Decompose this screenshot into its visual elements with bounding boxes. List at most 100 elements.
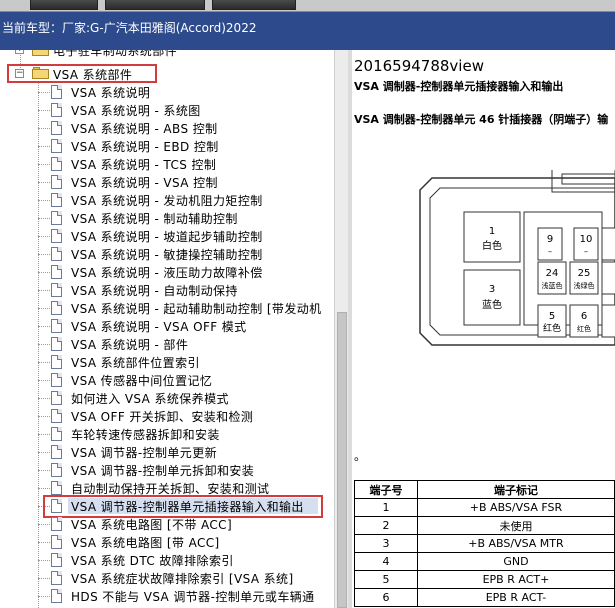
tree-item[interactable]: VSA 调节器-控制单元更新 <box>0 443 334 461</box>
document-icon <box>51 337 62 351</box>
pin-number: 9 <box>547 234 553 245</box>
tree-item-label: VSA OFF 开关拆卸、安装和检测 <box>71 410 254 424</box>
tree-item[interactable]: VSA 系统电路图 [不带 ACC] <box>0 515 334 533</box>
tree-guide-line <box>38 272 50 273</box>
tree-guide-line <box>38 290 50 291</box>
document-icon <box>51 373 62 387</box>
tree-guide-line <box>38 128 50 129</box>
vehicle-header: 当前车型：厂家:G-广汽本田雅阁(Accord)2022 <box>0 12 615 50</box>
toolbar-button-3[interactable] <box>212 0 296 10</box>
tree-item[interactable]: VSA 系统电路图 [带 ACC] <box>0 533 334 551</box>
tree-item-label: VSA 系统说明 - 制动辅助控制 <box>71 212 238 226</box>
tree-item[interactable]: VSA 系统说明 - ABS 控制 <box>0 119 334 137</box>
pin-color: 浅蓝色 <box>542 281 563 290</box>
tree-folder-vsa[interactable]: − VSA 系统部件 <box>0 65 334 83</box>
pin-number-cell: 1 <box>354 498 418 517</box>
pin-number: 3 <box>489 284 495 295</box>
tree-item-label: 车轮转速传感器拆卸和安装 <box>71 428 220 442</box>
tree-item[interactable]: VSA 传感器中间位置记忆 <box>0 371 334 389</box>
tree-guide-line <box>38 578 50 579</box>
document-icon <box>51 157 62 171</box>
tree-guide-line <box>38 362 50 363</box>
pin-number-cell: 5 <box>354 570 418 589</box>
tree-item[interactable]: VSA 系统说明 - 发动机阻力矩控制 <box>0 191 334 209</box>
document-icon <box>51 481 62 495</box>
pin-label-cell: 未使用 <box>416 516 615 535</box>
tree-item-label: VSA 系统电路图 [带 ACC] <box>71 536 220 550</box>
tree-item[interactable]: VSA 系统说明 - TCS 控制 <box>0 155 334 173</box>
tree-guide-line <box>38 146 50 147</box>
connector-diagram: 1 白色 3 蓝色 9 – 10 – 24 浅蓝色 25 浅绿色 5 红色 6 … <box>419 170 615 346</box>
tree-item[interactable]: VSA 系统 DTC 故障排除索引 <box>0 551 334 569</box>
document-icon <box>51 85 62 99</box>
pin-label-cell: EPB R ACT+ <box>416 570 615 589</box>
document-icon <box>51 391 62 405</box>
tree-item[interactable]: VSA 调节器-控制器单元插接器输入和输出 <box>0 495 334 518</box>
tree-guide-line <box>38 182 50 183</box>
folder-icon <box>32 50 49 56</box>
scrollbar-thumb[interactable] <box>337 312 347 608</box>
tree-item[interactable]: VSA 系统说明 - 液压助力故障补偿 <box>0 263 334 281</box>
tree-item[interactable]: VSA 系统说明 - 敏捷操控辅助控制 <box>0 245 334 263</box>
tree-item[interactable]: VSA 系统部件位置索引 <box>0 353 334 371</box>
tree-item[interactable]: VSA 系统说明 <box>0 83 334 101</box>
expand-icon[interactable]: + <box>15 50 24 54</box>
document-icon <box>51 139 62 153</box>
tree-item-label: VSA 系统部件位置索引 <box>71 356 200 370</box>
tree-item[interactable]: 车轮转速传感器拆卸和安装 <box>0 425 334 443</box>
table-row: 4 GND <box>354 552 615 571</box>
tree-guide-line <box>38 596 50 597</box>
tree-item-label: VSA 系统说明 - 起动辅助制动控制 [带发动机 <box>71 302 322 316</box>
document-view: 2016594788view VSA 调制器-控制器单元插接器输入和输出 VSA… <box>352 50 615 608</box>
tree-item[interactable]: VSA 系统说明 - 制动辅助控制 <box>0 209 334 227</box>
tree-item[interactable]: VSA OFF 开关拆卸、安装和检测 <box>0 407 334 425</box>
column-header-pin-number: 端子号 <box>354 480 418 499</box>
collapse-icon[interactable]: − <box>15 69 24 78</box>
tree-item[interactable]: HDS 不能与 VSA 调节器-控制单元或车辆通 <box>0 587 334 605</box>
pin-color: 红色 <box>543 322 561 334</box>
tree-item[interactable]: VSA 系统说明 - VSA 控制 <box>0 173 334 191</box>
tree-item[interactable]: VSA 系统说明 - EBD 控制 <box>0 137 334 155</box>
pin-number-cell: 3 <box>354 534 418 553</box>
document-icon <box>51 517 62 531</box>
tree-item[interactable]: VSA 系统说明 - 起动辅助制动控制 [带发动机 <box>0 299 334 317</box>
tree-item-label: VSA 系统电路图 [不带 ACC] <box>71 518 233 532</box>
document-icon <box>51 103 62 117</box>
tree-item-partial-parent[interactable]: + 电子驻车制动系统部件 <box>0 50 334 59</box>
document-icon <box>51 409 62 423</box>
open-folder-icon <box>32 67 49 79</box>
pin-number: 24 <box>546 268 559 279</box>
pin-number: 5 <box>549 311 555 322</box>
tree-item[interactable]: VSA 系统说明 - 坡道起步辅助控制 <box>0 227 334 245</box>
tree-guide-line <box>38 470 50 471</box>
tree-item-label: VSA 传感器中间位置记忆 <box>71 374 213 388</box>
document-icon <box>51 553 62 567</box>
tree-guide-line <box>38 236 50 237</box>
tree-item[interactable]: VSA 系统症状故障排除索引 [VSA 系统] <box>0 569 334 587</box>
tree-scrollbar[interactable] <box>334 50 348 608</box>
toolbar-button-1[interactable] <box>30 0 98 10</box>
document-icon <box>51 427 62 441</box>
tree-item[interactable]: 如何进入 VSA 系统保养模式 <box>0 389 334 407</box>
tree-item[interactable]: VSA 系统说明 - 部件 <box>0 335 334 353</box>
tree-item[interactable]: VSA 调节器-控制单元拆卸和安装 <box>0 461 334 479</box>
toolbar-button-2[interactable] <box>105 0 205 10</box>
document-icon <box>51 247 62 261</box>
pin-color: 蓝色 <box>482 298 502 311</box>
tree-item-label: VSA 系统 DTC 故障排除索引 <box>71 554 234 568</box>
pin-color: 浅绿色 <box>574 281 595 290</box>
pin-number: 25 <box>578 268 591 279</box>
dot-marker: 。 <box>354 449 367 463</box>
document-icon <box>51 535 62 549</box>
tree-item[interactable]: VSA 系统说明 - VSA OFF 模式 <box>0 317 334 335</box>
tree-guide-line <box>38 452 50 453</box>
tree-item-label: VSA 系统说明 - VSA 控制 <box>71 176 218 190</box>
tree-guide-line <box>38 326 50 327</box>
document-title: VSA 调制器-控制器单元插接器输入和输出 <box>354 80 564 93</box>
tree-item[interactable]: VSA 系统说明 - 自动制动保持 <box>0 281 334 299</box>
tree-item[interactable]: VSA 系统说明 - 系统图 <box>0 101 334 119</box>
pin-label-cell: GND <box>416 552 615 571</box>
top-toolbar <box>0 0 615 12</box>
pin-number: 10 <box>580 234 593 245</box>
tree-item-label: VSA 系统说明 - VSA OFF 模式 <box>71 320 247 334</box>
